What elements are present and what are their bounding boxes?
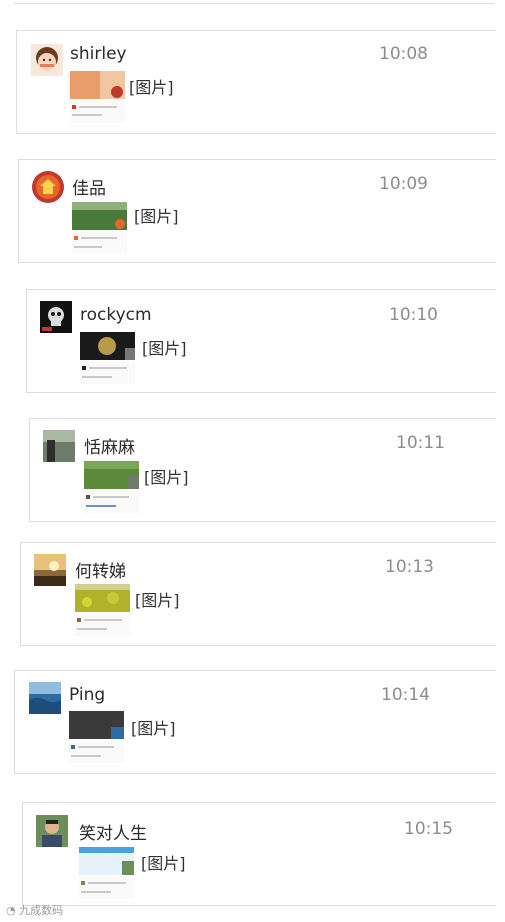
sender-name: 何转娣 — [75, 562, 126, 582]
sender-name: Ping — [69, 685, 106, 705]
message-content: [图片] — [134, 207, 179, 226]
image-thumbnail[interactable] — [79, 847, 134, 875]
ocean-avatar-icon[interactable] — [29, 682, 61, 714]
message-time: 10:14 — [381, 685, 430, 705]
screenshot-preview — [69, 741, 124, 763]
image-thumbnail[interactable] — [75, 584, 130, 612]
red-logo-avatar-icon[interactable] — [32, 171, 64, 203]
message-content: [图片] — [144, 468, 189, 487]
image-thumbnail[interactable] — [84, 461, 139, 489]
message-content: [图片] — [135, 591, 180, 610]
message-content: [图片] — [129, 78, 174, 97]
image-thumbnail[interactable] — [80, 332, 135, 360]
sender-name: rockycm — [80, 305, 152, 325]
message-content: [图片] — [141, 854, 186, 873]
screenshot-preview — [80, 362, 135, 384]
message-time: 10:15 — [404, 819, 453, 839]
sunset-avatar-icon[interactable] — [34, 554, 66, 586]
top-divider — [14, 0, 494, 4]
screenshot-preview — [70, 101, 125, 123]
screenshot-preview — [72, 232, 127, 254]
message-card[interactable]: 恬麻麻 10:11 [图片] — [29, 418, 496, 522]
message-time: 10:09 — [379, 174, 428, 194]
message-card[interactable]: 笑对人生 10:15 [图片] — [22, 802, 496, 906]
message-card[interactable]: 佳品 10:09 [图片] — [18, 159, 496, 263]
message-card[interactable]: shirley 10:08 [图片] — [16, 30, 496, 134]
screenshot-preview — [79, 877, 134, 899]
image-thumbnail[interactable] — [72, 202, 127, 230]
image-thumbnail[interactable] — [69, 711, 124, 739]
message-time: 10:08 — [379, 44, 428, 64]
screenshot-preview — [84, 491, 139, 513]
dark-skull-avatar-icon[interactable] — [40, 301, 72, 333]
message-card[interactable]: rockycm 10:10 [图片] — [26, 289, 496, 393]
sender-name: shirley — [70, 44, 127, 64]
message-time: 10:10 — [389, 305, 438, 325]
message-time: 10:11 — [396, 433, 445, 453]
image-thumbnail[interactable] — [70, 71, 125, 99]
watermark: ◔ 九成数码 — [6, 904, 64, 917]
message-content: [图片] — [131, 719, 176, 738]
man-photo-avatar-icon[interactable] — [36, 815, 68, 847]
weibo-icon: ◔ — [6, 904, 16, 917]
girl-cartoon-avatar-icon[interactable] — [31, 44, 63, 76]
message-time: 10:13 — [385, 557, 434, 577]
message-card[interactable]: 何转娣 10:13 [图片] — [20, 542, 496, 646]
sender-name: 恬麻麻 — [84, 438, 135, 458]
photo-avatar-icon[interactable] — [43, 430, 75, 462]
message-card[interactable]: Ping 10:14 [图片] — [14, 670, 496, 774]
screenshot-preview — [75, 614, 130, 636]
sender-name: 笑对人生 — [79, 824, 147, 844]
message-content: [图片] — [142, 339, 187, 358]
sender-name: 佳品 — [72, 179, 106, 199]
